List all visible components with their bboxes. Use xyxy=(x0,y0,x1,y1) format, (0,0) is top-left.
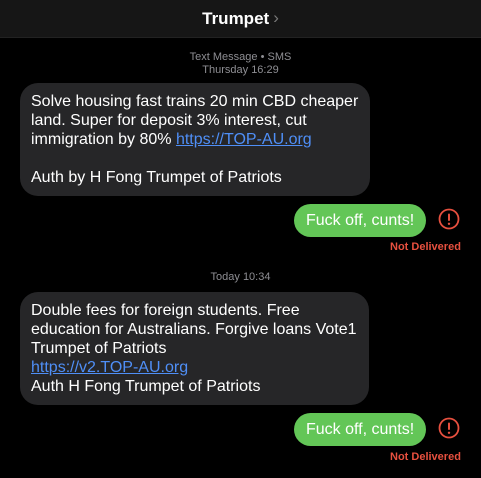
outgoing-message-bubble[interactable]: Fuck off, cunts! xyxy=(294,413,427,446)
exclamation-circle-icon[interactable] xyxy=(438,208,460,230)
outgoing-message-bubble[interactable]: Fuck off, cunts! xyxy=(294,204,427,237)
message-link[interactable]: https://v2.TOP-AU.org xyxy=(31,358,357,377)
chevron-right-icon[interactable]: › xyxy=(273,8,279,28)
message-line: immigration by 80% https://TOP-AU.org xyxy=(31,130,358,149)
delivery-status[interactable]: Not Delivered xyxy=(390,241,461,253)
message-timestamp: Today 10:34 xyxy=(210,271,271,283)
timestamp-date: Thursday 16:29 xyxy=(202,64,279,76)
message-timestamp: Text Message • SMS Thursday 16:29 xyxy=(0,51,481,77)
conversation-header[interactable]: Trumpet › xyxy=(0,0,481,38)
message-line: land. Super for deposit 3% interest, cut xyxy=(31,112,307,129)
message-line: Double fees for foreign students. Free xyxy=(31,302,300,319)
message-text: immigration by 80% xyxy=(31,131,176,148)
timestamp-service: Text Message • SMS xyxy=(189,51,292,63)
exclamation-circle-icon[interactable] xyxy=(438,417,460,439)
incoming-message-bubble[interactable]: Double fees for foreign students. Free e… xyxy=(20,292,369,405)
message-text: Fuck off, cunts! xyxy=(306,421,415,438)
incoming-message-bubble[interactable]: Solve housing fast trains 20 min CBD che… xyxy=(20,83,371,196)
message-line: Trumpet of Patriots xyxy=(31,340,167,357)
delivery-status[interactable]: Not Delivered xyxy=(390,451,461,463)
contact-name[interactable]: Trumpet xyxy=(202,9,269,29)
message-signature: Auth by H Fong Trumpet of Patriots xyxy=(31,169,282,186)
message-signature: Auth H Fong Trumpet of Patriots xyxy=(31,378,261,395)
message-line: Solve housing fast trains 20 min CBD che… xyxy=(31,93,359,110)
message-link[interactable]: https://TOP-AU.org xyxy=(176,131,312,148)
message-text: Fuck off, cunts! xyxy=(306,212,415,229)
message-line: education for Australians. Forgive loans… xyxy=(31,321,357,338)
